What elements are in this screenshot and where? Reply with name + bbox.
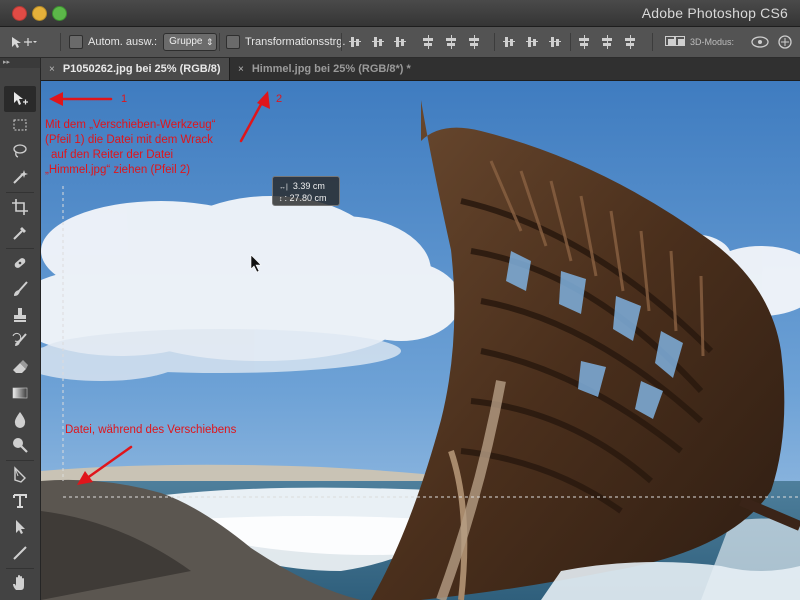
options-bar: Autom. ausw.: Gruppe Transformationsstrg… (0, 27, 800, 58)
instruction-annotation: Mit dem „Verschieben-Werkzeug“ (Pfeil 1)… (45, 119, 216, 176)
tooltip-x-row: ↔| 3.39 cm (279, 181, 325, 191)
pen-tool-icon[interactable] (4, 462, 36, 488)
tooltip-y-value: : 27.80 cm (284, 193, 327, 203)
distribute-bottom-icon[interactable] (549, 35, 561, 49)
3d-rotate-icon[interactable] (750, 27, 770, 57)
app-title: Adobe Photoshop CS6 (641, 5, 788, 21)
minimize-window-button[interactable] (32, 6, 47, 21)
path-selection-tool-icon[interactable] (4, 514, 36, 540)
brush-tool-icon[interactable] (4, 276, 36, 302)
distribute-hcenter-icon[interactable] (601, 35, 613, 49)
document-tab-bar: × P1050262.jpg bei 25% (RGB/8) × Himmel.… (41, 58, 800, 81)
dodge-tool-icon[interactable] (4, 432, 36, 458)
3d-roll-icon[interactable] (776, 27, 794, 57)
align-hcenter-icon[interactable] (445, 35, 457, 49)
align-right-icon[interactable] (468, 35, 480, 49)
gradient-tool-icon[interactable] (4, 380, 36, 406)
hand-tool-icon[interactable] (4, 570, 36, 596)
tooltip-x-value: 3.39 cm (292, 181, 325, 191)
tab-himmel[interactable]: × Himmel.jpg bei 25% (RGB/8*) * (230, 58, 430, 80)
align-left-icon[interactable] (422, 35, 434, 49)
close-tab-icon[interactable]: × (49, 64, 55, 75)
during-move-annotation: Datei, während des Verschiebens (65, 424, 237, 436)
tab-label: P1050262.jpg bei 25% (RGB/8) (62, 63, 221, 75)
marquee-tool-icon[interactable] (4, 112, 36, 138)
tooltip-y-row: ↕: 27.80 cm (279, 193, 327, 203)
clone-stamp-tool-icon[interactable] (4, 302, 36, 328)
tab-label: Himmel.jpg bei 25% (RGB/8*) * (251, 63, 411, 75)
document-canvas[interactable]: 1 2 Mit dem „Verschieben-Werkzeug“ (Pfei… (41, 81, 800, 600)
tab-p1050262[interactable]: × P1050262.jpg bei 25% (RGB/8) (41, 58, 230, 80)
magic-wand-tool-icon[interactable] (4, 164, 36, 190)
options-separator (494, 33, 495, 51)
move-offset-tooltip: ↔| 3.39 cm ↕: 27.80 cm (272, 176, 340, 206)
line-tool-icon[interactable] (4, 540, 36, 566)
align-bottom-icon[interactable] (394, 35, 406, 49)
distribute-vcenter-icon[interactable] (526, 35, 538, 49)
auto-select-checkbox[interactable] (69, 35, 83, 49)
distribute-top-icon[interactable] (503, 35, 515, 49)
history-brush-tool-icon[interactable] (4, 328, 36, 354)
maximize-window-button[interactable] (52, 6, 67, 21)
lasso-tool-icon[interactable] (4, 138, 36, 164)
auto-select-label: Autom. ausw.: (88, 36, 158, 48)
toolbar-collapse-handle[interactable]: ▸▸ (0, 58, 40, 68)
type-tool-icon[interactable] (4, 488, 36, 514)
auto-select-dropdown[interactable]: Gruppe (163, 33, 218, 51)
transform-controls-option[interactable]: Transformationsstrg. (226, 27, 345, 57)
3d-mode-label: 3D-Modus: (690, 37, 735, 47)
close-tab-icon[interactable]: × (238, 64, 244, 75)
healing-brush-tool-icon[interactable] (4, 250, 36, 276)
annotation-number-2: 2 (276, 93, 283, 105)
distribute-left-icon[interactable] (578, 35, 590, 49)
blur-tool-icon[interactable] (4, 406, 36, 432)
auto-blend-layers-icon[interactable] (674, 35, 686, 49)
transform-controls-checkbox[interactable] (226, 35, 240, 49)
tools-panel (0, 68, 41, 600)
annotation-number-1: 1 (121, 93, 128, 105)
options-separator (570, 33, 571, 51)
eyedropper-tool-icon[interactable] (4, 220, 36, 246)
tool-preset-picker[interactable] (8, 27, 38, 57)
title-bar: Adobe Photoshop CS6 (0, 0, 800, 27)
distribute-right-icon[interactable] (624, 35, 636, 49)
move-tool-icon[interactable] (4, 86, 36, 112)
crop-tool-icon[interactable] (4, 194, 36, 220)
move-tool-preset-icon (12, 37, 37, 48)
transform-controls-label: Transformationsstrg. (245, 36, 346, 48)
align-top-icon[interactable] (349, 35, 361, 49)
auto-select-option[interactable]: Autom. ausw.: Gruppe (69, 27, 218, 57)
eraser-tool-icon[interactable] (4, 354, 36, 380)
close-window-button[interactable] (12, 6, 27, 21)
align-vcenter-icon[interactable] (372, 35, 384, 49)
